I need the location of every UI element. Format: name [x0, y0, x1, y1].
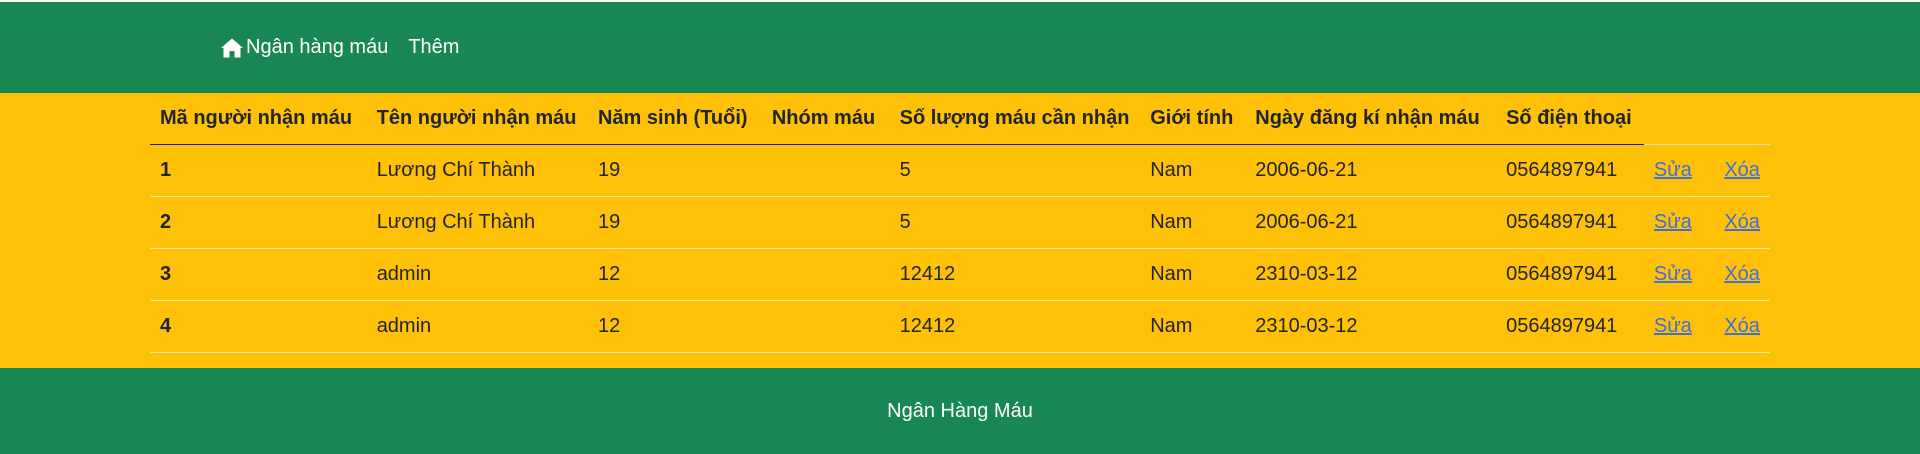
navbar: Ngân hàng máu Thêm: [0, 2, 1920, 93]
delete-link[interactable]: Xóa: [1724, 211, 1760, 233]
delete-link[interactable]: Xóa: [1724, 159, 1760, 181]
cell-name: Lương Chí Thành: [366, 196, 588, 249]
cell-actions: Sửa Xóa: [1643, 300, 1770, 353]
cell-gender: Nam: [1140, 300, 1246, 353]
cell-id: 4: [150, 300, 367, 353]
home-icon: [220, 37, 244, 59]
cell-name: admin: [366, 300, 588, 353]
cell-quantity: 5: [889, 144, 1141, 197]
table-row: 2 Lương Chí Thành 19 5 Nam 2006-06-21 05…: [150, 196, 1770, 249]
cell-blood-group: [761, 248, 890, 301]
table-header-row: Mã người nhận máu Tên người nhận máu Năm…: [150, 93, 1770, 145]
header-register-date: Ngày đăng kí nhận máu: [1245, 93, 1497, 145]
cell-phone: 0564897941: [1496, 144, 1644, 197]
footer: Ngân Hàng Máu: [0, 368, 1920, 454]
header-birth-year: Năm sinh (Tuổi): [587, 93, 762, 145]
cell-gender: Nam: [1140, 196, 1246, 249]
header-actions: [1643, 93, 1770, 145]
cell-register-date: 2310-03-12: [1245, 248, 1497, 301]
delete-link[interactable]: Xóa: [1724, 263, 1760, 285]
cell-actions: Sửa Xóa: [1643, 144, 1770, 197]
header-gender: Giới tính: [1140, 93, 1246, 145]
cell-phone: 0564897941: [1496, 300, 1644, 353]
cell-actions: Sửa Xóa: [1643, 248, 1770, 301]
cell-birth: 19: [587, 144, 762, 197]
cell-gender: Nam: [1140, 144, 1246, 197]
header-recipient-id: Mã người nhận máu: [150, 93, 367, 145]
cell-phone: 0564897941: [1496, 248, 1644, 301]
table-row: 3 admin 12 12412 Nam 2310-03-12 05648979…: [150, 248, 1770, 301]
cell-name: admin: [366, 248, 588, 301]
main-content: Mã người nhận máu Tên người nhận máu Năm…: [0, 93, 1920, 368]
delete-link[interactable]: Xóa: [1724, 315, 1760, 337]
cell-id: 2: [150, 196, 367, 249]
header-quantity: Số lượng máu cần nhận: [889, 93, 1141, 145]
edit-link[interactable]: Sửa: [1654, 159, 1692, 181]
recipients-table: Mã người nhận máu Tên người nhận máu Năm…: [150, 93, 1770, 353]
header-blood-group: Nhóm máu: [761, 93, 890, 145]
cell-birth: 12: [587, 300, 762, 353]
header-recipient-name: Tên người nhận máu: [366, 93, 588, 145]
edit-link[interactable]: Sửa: [1654, 211, 1692, 233]
cell-register-date: 2006-06-21: [1245, 196, 1497, 249]
cell-blood-group: [761, 196, 890, 249]
cell-name: Lương Chí Thành: [366, 144, 588, 197]
cell-id: 3: [150, 248, 367, 301]
nav-inner: Ngân hàng máu Thêm: [220, 36, 459, 59]
cell-quantity: 12412: [889, 300, 1141, 353]
table-row: 4 admin 12 12412 Nam 2310-03-12 05648979…: [150, 300, 1770, 353]
cell-phone: 0564897941: [1496, 196, 1644, 249]
header-phone: Số điện thoại: [1496, 93, 1644, 145]
cell-blood-group: [761, 300, 890, 353]
brand-link[interactable]: Ngân hàng máu: [220, 36, 388, 59]
cell-register-date: 2310-03-12: [1245, 300, 1497, 353]
brand-label: Ngân hàng máu: [246, 36, 389, 58]
cell-id: 1: [150, 144, 367, 197]
edit-link[interactable]: Sửa: [1654, 315, 1692, 337]
cell-blood-group: [761, 144, 890, 197]
edit-link[interactable]: Sửa: [1654, 263, 1692, 285]
cell-actions: Sửa Xóa: [1643, 196, 1770, 249]
footer-text: Ngân Hàng Máu: [887, 399, 1033, 422]
cell-quantity: 5: [889, 196, 1141, 249]
add-link[interactable]: Thêm: [408, 36, 459, 59]
cell-birth: 12: [587, 248, 762, 301]
cell-birth: 19: [587, 196, 762, 249]
cell-quantity: 12412: [889, 248, 1141, 301]
table-row: 1 Lương Chí Thành 19 5 Nam 2006-06-21 05…: [150, 144, 1770, 197]
cell-register-date: 2006-06-21: [1245, 144, 1497, 197]
cell-gender: Nam: [1140, 248, 1246, 301]
